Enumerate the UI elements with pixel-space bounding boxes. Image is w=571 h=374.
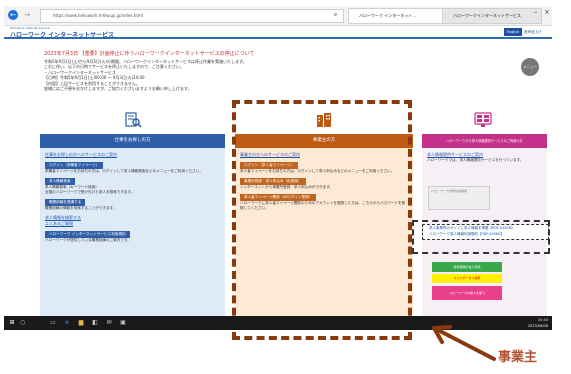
- windows-start-icon[interactable]: ⊞: [7, 318, 17, 328]
- seeker-login-desc: 求職者マイページをお持ちの方は、ログインして求人情報検索などのメニューをご利用く…: [45, 169, 203, 173]
- task-view-icon[interactable]: ▭: [48, 318, 58, 328]
- employer-caption: 事業主: [498, 350, 538, 365]
- job-seekers-heading[interactable]: 仕事をお探しの方: [40, 134, 225, 148]
- location-link[interactable]: ハローワークの所在地情報: [429, 187, 489, 195]
- job-seekers-guide-link[interactable]: 仕事をお探しの方へのサービスのご案内: [45, 152, 220, 158]
- browser-toolbar: ← → https://www.hellowork.mhlw.go.jp/ind…: [4, 6, 552, 26]
- seeker-login-button[interactable]: ログイン（求職者マイページ）: [45, 162, 104, 169]
- photos-icon[interactable]: ▣: [118, 318, 128, 328]
- terms-desc: ハローワークが提供している職業訓練のご案内です。: [45, 238, 131, 242]
- system-clock[interactable]: 15:43 2023/08/08: [528, 317, 548, 329]
- notice-block: 2023年7月3日 【重要】計画停止に伴うハローワークインターネットサービスの停…: [44, 50, 474, 106]
- back-arrow-icon[interactable]: ←: [8, 10, 18, 20]
- forward-arrow-icon[interactable]: →: [22, 10, 32, 20]
- highlight-frame-employers: [232, 100, 412, 340]
- store-icon[interactable]: ◧: [90, 318, 100, 328]
- search-icon[interactable]: ⌕: [334, 9, 346, 21]
- faq-link[interactable]: よくあるご質問: [45, 221, 220, 227]
- highlight-frame-pdf-links: [412, 220, 550, 254]
- pointer-arrow-icon: [432, 325, 496, 361]
- mail-icon[interactable]: ✉: [104, 318, 114, 328]
- minimize-icon[interactable]: –: [534, 8, 538, 16]
- notice-title[interactable]: 2023年7月3日 【重要】計画停止に伴うハローワークインターネットサービスの停…: [44, 50, 474, 57]
- use-jobs-banner[interactable]: ハローワークの求人を使う: [432, 286, 502, 300]
- edge-icon[interactable]: e: [62, 318, 72, 328]
- e-application-banner[interactable]: 雇用保険の電子申請: [432, 262, 502, 272]
- job-search-button[interactable]: 求人情報検索: [45, 178, 75, 185]
- browser-tab[interactable]: ハローワークインターネットサービス: [442, 8, 542, 24]
- site-header: Hellowork Internet Service ハローワーク インターネッ…: [4, 26, 552, 39]
- browser-tab-active[interactable]: ハローワーク インターネット…: [348, 8, 448, 24]
- search-document-icon: [125, 112, 142, 128]
- info-service-heading[interactable]: ハローワークから求人情報提供サービスのご利用の方: [422, 134, 547, 148]
- job-seekers-column: 仕事をお探しの方 仕事をお探しの方へのサービスのご案内 ログイン（求職者マイペー…: [40, 106, 225, 316]
- terms-button[interactable]: ハローワーク インターネットサービス利用規約: [45, 231, 130, 238]
- training-button[interactable]: 職業訓練を受講する: [45, 199, 86, 206]
- job-search-desc2: 全国のハローワークで受け付けた求人を検索できます。: [45, 190, 135, 194]
- notice-line: 皆様にはご不便をおかけしますが、ご協力くださいますようお願い申し上げます。: [44, 86, 192, 92]
- address-bar[interactable]: https://www.hellowork.mhlw.go.jp/index.h…: [40, 9, 344, 23]
- monitor-icon: [474, 112, 492, 127]
- menu-button[interactable]: メニュー: [521, 58, 539, 76]
- info-service-column: ハローワークから求人情報提供サービスのご利用の方 求人情報提供サービスのご案内 …: [422, 106, 549, 316]
- site-logo[interactable]: ハローワーク インターネットサービス: [10, 30, 114, 39]
- info-banner[interactable]: ハローワークの所在地情報: [428, 186, 490, 210]
- clock-date: 2023/08/08: [527, 324, 548, 328]
- voice-read-button[interactable]: 音声読上げ: [524, 28, 546, 36]
- english-button[interactable]: English: [504, 28, 522, 36]
- close-icon[interactable]: ×: [544, 8, 550, 16]
- mynaportal-banner[interactable]: マイナポータル連携: [432, 274, 502, 283]
- explorer-icon[interactable]: ▆: [76, 318, 86, 328]
- search-icon[interactable]: ○: [20, 318, 44, 328]
- info-service-desc: ハローワークでは、求人情報提供サービスを行っています。: [427, 158, 524, 162]
